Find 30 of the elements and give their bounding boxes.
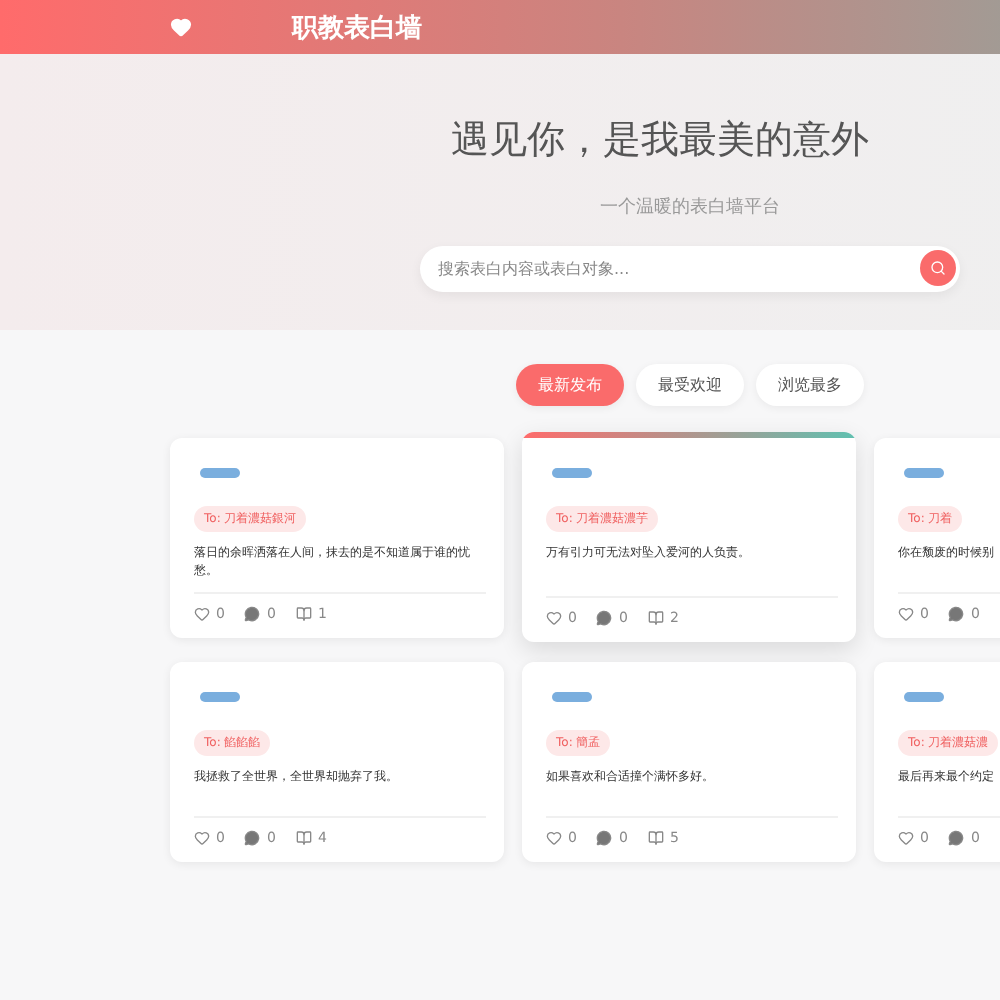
book-icon [647, 610, 664, 626]
hero-title: 遇见你，是我最美的意外 [451, 116, 869, 166]
heart-icon[interactable] [546, 610, 562, 626]
sort-tab[interactable]: 最受欢迎 [636, 364, 744, 406]
site-title: 职教表白墙 [292, 11, 422, 45]
heart-icon[interactable] [194, 830, 210, 846]
heart-icon[interactable] [546, 830, 562, 846]
comment-icon[interactable] [596, 610, 613, 626]
avatar-icon [904, 468, 944, 478]
search-field[interactable]: 搜索表白内容或表白对象... [420, 246, 960, 292]
hero-subtitle: 一个温暖的表白墙平台 [600, 195, 780, 220]
avatar-icon [200, 692, 240, 702]
book-icon [295, 606, 312, 622]
comment-icon[interactable] [948, 606, 965, 622]
comment-icon[interactable] [244, 830, 261, 846]
avatar-icon [904, 692, 944, 702]
book-icon [295, 830, 312, 846]
comment-icon[interactable] [244, 606, 261, 622]
heart-icon[interactable] [898, 830, 914, 846]
sort-tab[interactable]: 浏览最多 [756, 364, 864, 406]
avatar-icon [552, 468, 592, 478]
comment-icon[interactable] [596, 830, 613, 846]
heart-icon[interactable] [194, 606, 210, 622]
comment-icon[interactable] [948, 830, 965, 846]
avatar-icon [552, 692, 592, 702]
heart-icon [170, 16, 192, 38]
heart-icon[interactable] [898, 606, 914, 622]
avatar-icon [200, 468, 240, 478]
book-icon [647, 830, 664, 846]
search-icon [930, 259, 946, 275]
